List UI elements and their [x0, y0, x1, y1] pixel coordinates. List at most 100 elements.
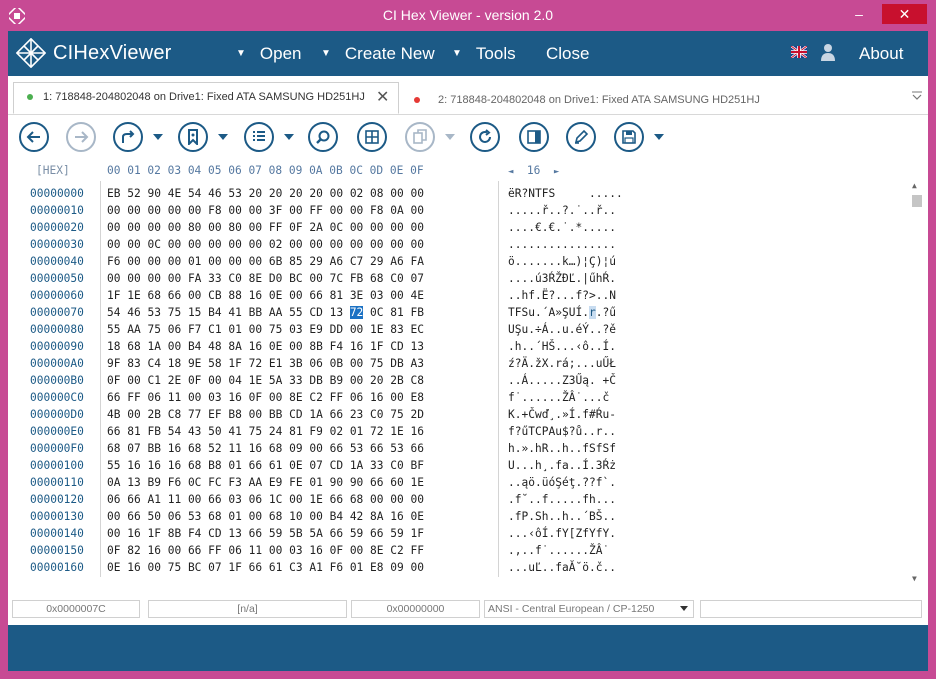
- ascii-char[interactable]: h: [596, 272, 603, 285]
- ascii-char[interactable]: .: [508, 289, 515, 302]
- ascii-char[interactable]: f: [555, 561, 562, 574]
- ascii-char[interactable]: .: [609, 204, 616, 217]
- hex-byte[interactable]: AA: [269, 306, 282, 319]
- hex-byte[interactable]: 59: [269, 527, 282, 540]
- hex-byte[interactable]: CD: [309, 306, 322, 319]
- hex-byte[interactable]: 11: [228, 442, 241, 455]
- menu-close[interactable]: Close: [546, 44, 589, 64]
- hex-byte[interactable]: 59: [390, 527, 403, 540]
- hex-row[interactable]: 00 16 1F 8B F4 CD 13 66 59 5B 5A 66 59 6…: [107, 525, 424, 542]
- hex-byte[interactable]: 15: [188, 306, 201, 319]
- hex-byte[interactable]: 8E: [289, 391, 302, 404]
- hex-byte[interactable]: 80: [188, 221, 201, 234]
- hex-byte[interactable]: 00: [249, 204, 262, 217]
- ascii-char[interactable]: .: [542, 374, 549, 387]
- hex-byte[interactable]: C2: [309, 391, 322, 404]
- ascii-row[interactable]: .h..´HŠ...‹ô..Í.: [508, 338, 623, 355]
- ascii-char[interactable]: ű: [589, 272, 596, 285]
- hex-byte[interactable]: 16: [249, 340, 262, 353]
- hex-byte[interactable]: FF: [411, 544, 424, 557]
- hex-row[interactable]: 9F 83 C4 18 9E 58 1F 72 E1 3B 06 0B 00 7…: [107, 355, 424, 372]
- ascii-char[interactable]: h: [515, 340, 522, 353]
- hex-byte[interactable]: 46: [208, 187, 221, 200]
- tab-2[interactable]: 2: 718848-204802048 on Drive1: Fixed ATA…: [408, 84, 908, 114]
- hex-byte[interactable]: 0F: [289, 221, 302, 234]
- hex-byte[interactable]: C8: [168, 408, 181, 421]
- ascii-char[interactable]: N: [528, 187, 535, 200]
- hex-byte[interactable]: EC: [411, 323, 424, 336]
- ascii-char[interactable]: Í: [542, 527, 549, 540]
- ascii-char[interactable]: .: [528, 493, 535, 506]
- hex-byte[interactable]: 1F: [411, 527, 424, 540]
- grid-button[interactable]: [357, 122, 387, 152]
- ascii-char[interactable]: .: [542, 391, 549, 404]
- hex-byte[interactable]: 06: [249, 493, 262, 506]
- ascii-char[interactable]: .: [515, 442, 522, 455]
- ascii-char[interactable]: č: [596, 561, 603, 574]
- ascii-char[interactable]: .: [555, 323, 562, 336]
- ascii-char[interactable]: ¸: [542, 459, 549, 472]
- hex-byte[interactable]: 00: [147, 221, 160, 234]
- ascii-char[interactable]: Đ: [562, 272, 569, 285]
- hex-byte[interactable]: 07: [309, 459, 322, 472]
- hex-row[interactable]: 00 00 00 00 80 00 80 00 FF 0F 2A 0C 00 0…: [107, 219, 424, 236]
- ascii-char[interactable]: H: [542, 340, 549, 353]
- hex-byte[interactable]: 77: [188, 408, 201, 421]
- ascii-char[interactable]: .: [609, 221, 616, 234]
- ascii-char[interactable]: h: [535, 442, 542, 455]
- hex-byte[interactable]: 01: [228, 459, 241, 472]
- hex-byte[interactable]: 52: [127, 187, 140, 200]
- ascii-row[interactable]: U...h¸.fa..Í.3Ŕż: [508, 457, 623, 474]
- hex-byte[interactable]: 81: [289, 425, 302, 438]
- redo-dropdown-icon[interactable]: [153, 134, 163, 140]
- hex-byte[interactable]: F3: [228, 476, 241, 489]
- hex-byte[interactable]: 50: [208, 425, 221, 438]
- hex-byte[interactable]: 61: [269, 459, 282, 472]
- ascii-char[interactable]: ´: [535, 340, 542, 353]
- ascii-char[interactable]: .: [508, 476, 515, 489]
- ascii-char[interactable]: .: [582, 204, 589, 217]
- hex-byte[interactable]: 68: [147, 289, 160, 302]
- hex-byte[interactable]: 0E: [411, 510, 424, 523]
- ascii-char[interactable]: N: [609, 289, 616, 302]
- hex-byte[interactable]: 16: [249, 289, 262, 302]
- hex-byte[interactable]: 00: [370, 493, 383, 506]
- hex-byte[interactable]: AA: [249, 476, 262, 489]
- ascii-char[interactable]: .: [555, 374, 562, 387]
- hex-byte[interactable]: 9E: [188, 357, 201, 370]
- hex-byte[interactable]: 00: [269, 544, 282, 557]
- ascii-char[interactable]: .: [508, 527, 515, 540]
- ascii-char[interactable]: Í: [582, 459, 589, 472]
- ascii-char[interactable]: u: [596, 357, 603, 370]
- hex-byte[interactable]: 33: [370, 459, 383, 472]
- hex-byte[interactable]: C3: [289, 561, 302, 574]
- hex-byte[interactable]: 10: [289, 510, 302, 523]
- hex-byte[interactable]: B4: [188, 340, 201, 353]
- ascii-char[interactable]: .: [582, 357, 589, 370]
- hex-byte[interactable]: 16: [411, 425, 424, 438]
- hex-byte[interactable]: 53: [228, 187, 241, 200]
- ascii-char[interactable]: ű: [609, 306, 616, 319]
- ascii-char[interactable]: ě: [609, 323, 616, 336]
- hex-byte[interactable]: 07: [411, 272, 424, 285]
- hex-byte[interactable]: 00: [208, 221, 221, 234]
- hex-byte[interactable]: 11: [168, 391, 181, 404]
- ascii-char[interactable]: u: [562, 323, 569, 336]
- hex-byte[interactable]: 00: [228, 238, 241, 251]
- hex-byte[interactable]: 16: [309, 544, 322, 557]
- hex-byte[interactable]: 41: [228, 306, 241, 319]
- ascii-char[interactable]: [555, 187, 562, 200]
- ascii-char[interactable]: .: [562, 493, 569, 506]
- hex-byte[interactable]: 8B: [168, 527, 181, 540]
- hex-byte[interactable]: 61: [269, 561, 282, 574]
- hex-byte[interactable]: 00: [390, 221, 403, 234]
- hex-byte[interactable]: 52: [208, 442, 221, 455]
- hex-byte[interactable]: 0E: [269, 289, 282, 302]
- hex-byte[interactable]: 8E: [249, 272, 262, 285]
- hex-byte[interactable]: 00: [411, 493, 424, 506]
- ascii-char[interactable]: S: [589, 442, 596, 455]
- ascii-char[interactable]: .: [515, 561, 522, 574]
- bookmark-dropdown-icon[interactable]: [218, 134, 228, 140]
- ascii-char[interactable]: Â: [569, 391, 576, 404]
- ascii-char[interactable]: .: [596, 323, 603, 336]
